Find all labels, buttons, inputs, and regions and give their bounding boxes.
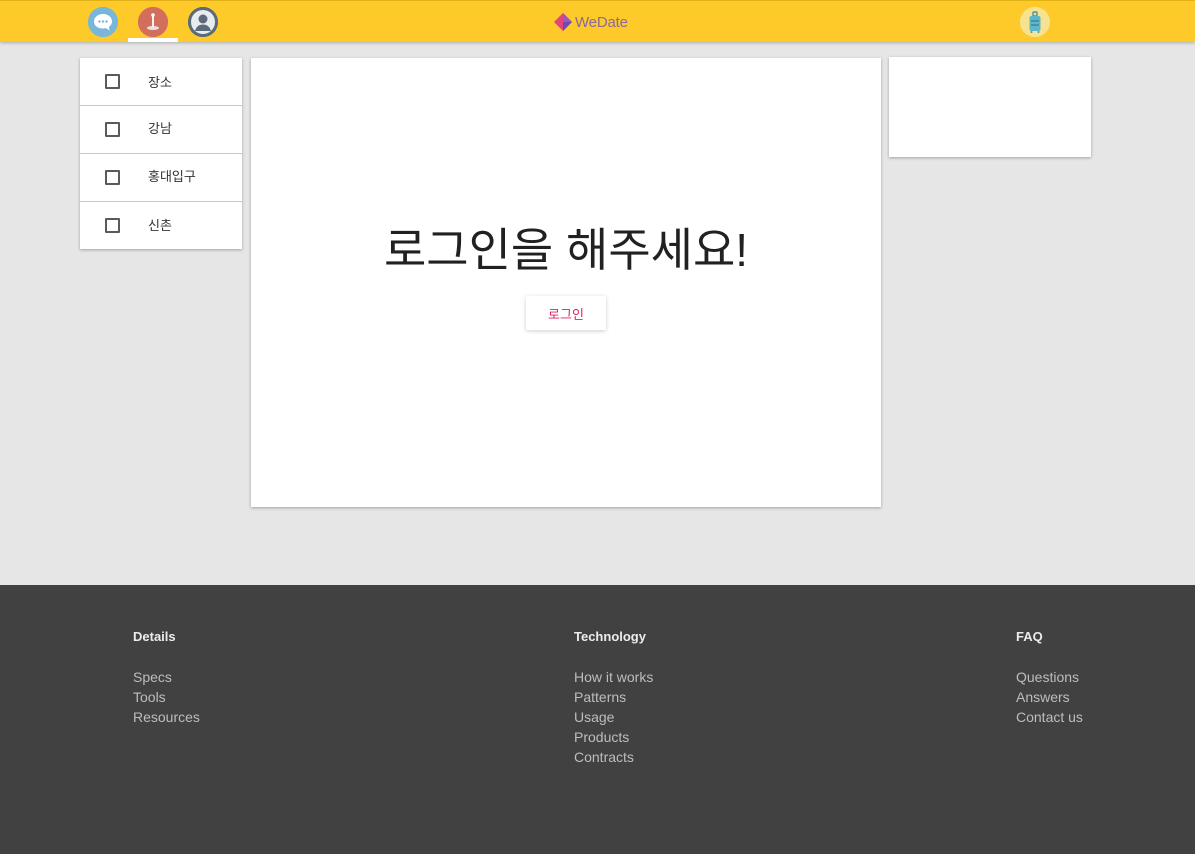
- footer-link[interactable]: Resources: [133, 707, 200, 727]
- list-item[interactable]: 홍대입구: [80, 154, 242, 202]
- checkbox[interactable]: [105, 170, 120, 185]
- footer-link[interactable]: Products: [574, 727, 653, 747]
- checkbox[interactable]: [105, 74, 120, 89]
- place-filter-list: 장소 강남 홍대입구 신촌: [80, 58, 242, 249]
- footer-heading: Technology: [574, 629, 646, 644]
- checkbox[interactable]: [105, 122, 120, 137]
- list-item-label: 홍대입구: [148, 169, 196, 184]
- footer-heading: FAQ: [1016, 629, 1043, 644]
- footer-link[interactable]: Contact us: [1016, 707, 1083, 727]
- luggage-icon[interactable]: [1020, 7, 1050, 37]
- footer-link[interactable]: Contracts: [574, 747, 653, 767]
- active-tab-indicator: [128, 38, 178, 42]
- app-logo[interactable]: WeDate: [554, 12, 628, 32]
- diamond-logo-icon: [554, 13, 572, 31]
- top-app-bar: WeDate: [0, 0, 1195, 42]
- app-title: WeDate: [575, 13, 628, 31]
- footer: Details Specs Tools Resources Technology…: [0, 585, 1195, 854]
- list-item-label: 신촌: [148, 217, 172, 233]
- login-button[interactable]: 로그인: [526, 296, 606, 330]
- footer-link[interactable]: Specs: [133, 667, 200, 687]
- place-pin-icon[interactable]: [138, 7, 168, 37]
- list-item[interactable]: 신촌: [80, 202, 242, 249]
- login-prompt-card: 로그인을 해주세요! 로그인: [251, 58, 881, 507]
- footer-link[interactable]: Questions: [1016, 667, 1083, 687]
- user-icon[interactable]: [188, 7, 218, 37]
- list-item[interactable]: 강남: [80, 106, 242, 154]
- footer-column-details: Details Specs Tools Resources: [133, 629, 200, 727]
- footer-link[interactable]: Usage: [574, 707, 653, 727]
- footer-column-technology: Technology How it works Patterns Usage P…: [574, 629, 653, 767]
- footer-heading: Details: [133, 629, 176, 644]
- login-prompt-heading: 로그인을 해주세요!: [383, 224, 749, 276]
- footer-link[interactable]: Tools: [133, 687, 200, 707]
- footer-link[interactable]: How it works: [574, 667, 653, 687]
- footer-link[interactable]: Patterns: [574, 687, 653, 707]
- list-item-label: 강남: [148, 121, 172, 136]
- list-item[interactable]: 장소: [80, 58, 242, 106]
- side-panel-card: [889, 57, 1091, 157]
- chat-icon[interactable]: [88, 7, 118, 37]
- checkbox[interactable]: [105, 218, 120, 233]
- list-item-label: 장소: [148, 75, 172, 90]
- footer-column-faq: FAQ Questions Answers Contact us: [1016, 629, 1083, 727]
- footer-link[interactable]: Answers: [1016, 687, 1083, 707]
